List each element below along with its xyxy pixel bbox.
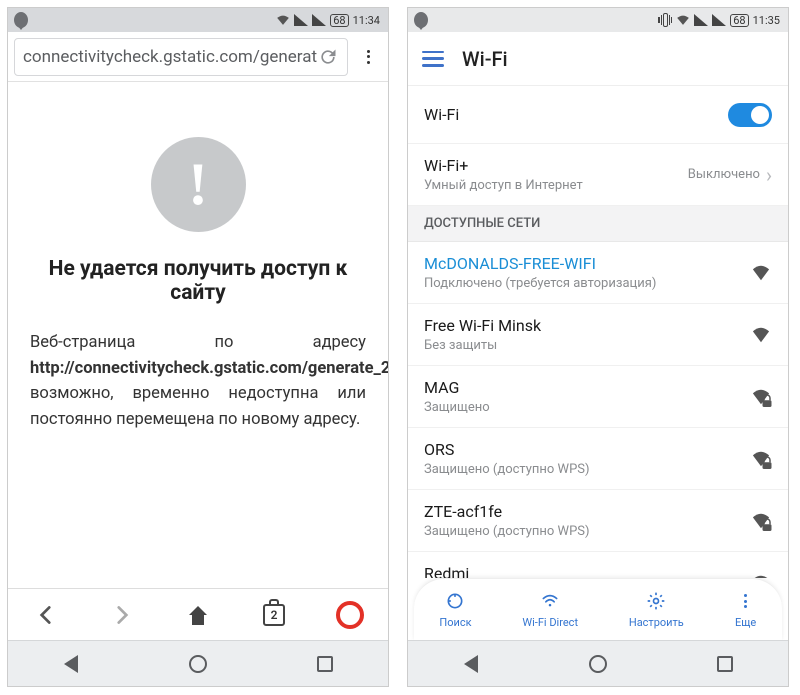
wifi-signal-icon: [750, 574, 772, 579]
error-page: ! Не удается получить доступ к сайту Веб…: [8, 82, 388, 588]
wifi-status-icon: [676, 13, 690, 27]
wifi-signal-icon: [750, 264, 772, 282]
forward-button[interactable]: [102, 595, 142, 635]
action-more[interactable]: Еще: [735, 590, 757, 629]
wifi-ssid: Free Wi-Fi Minsk: [424, 316, 541, 335]
wifi-network-row[interactable]: Free Wi-Fi Minsk Без защиты: [408, 304, 788, 366]
browser-phone: 68 11:34 connectivitycheck.gstatic.com/g…: [7, 7, 389, 687]
wifi-direct-icon: [539, 590, 561, 612]
signal-icon: [294, 13, 308, 27]
warning-icon: !: [151, 137, 246, 232]
wifi-status-text: Защищено (доступно WPS): [424, 524, 590, 539]
wifi-ssid: ORS: [424, 440, 590, 459]
nav-back-button[interactable]: [51, 651, 91, 677]
wifi-ssid: McDONALDS-FREE-WIFI: [424, 254, 656, 273]
wifi-status-icon: [276, 13, 290, 27]
wifi-signal-icon: [750, 388, 772, 406]
messenger-icon: [414, 13, 428, 27]
nav-home-button[interactable]: [578, 651, 618, 677]
tabs-button[interactable]: 2: [254, 595, 294, 635]
address-bar: connectivitycheck.gstatic.com/generat: [8, 32, 388, 82]
nav-back-button[interactable]: [451, 651, 491, 677]
app-bar: Wi-Fi: [408, 32, 788, 86]
nav-recent-button[interactable]: [705, 651, 745, 677]
hamburger-icon[interactable]: [422, 51, 444, 67]
wifi-network-row[interactable]: MAG Защищено: [408, 366, 788, 428]
wifi-switch[interactable]: [728, 103, 772, 127]
android-nav-bar: [408, 640, 788, 686]
wifi-status-text: Без защиты: [424, 338, 541, 353]
wifi-network-row[interactable]: RedmiЗащищено: [408, 552, 788, 578]
url-field[interactable]: connectivitycheck.gstatic.com/generat: [14, 38, 348, 76]
status-bar: 68 11:35: [408, 8, 788, 32]
section-header-networks: ДОСТУПНЫЕ СЕТИ: [408, 206, 788, 242]
browser-menu-icon[interactable]: [354, 50, 382, 64]
wifi-network-row[interactable]: ORS Защищено (доступно WPS): [408, 428, 788, 490]
chevron-right-icon: ›: [766, 163, 772, 187]
wifi-plus-value: Выключено: [688, 167, 760, 182]
action-wifi-direct[interactable]: Wi-Fi Direct: [522, 590, 578, 629]
opera-menu-button[interactable]: [330, 595, 370, 635]
status-bar: 68 11:34: [8, 8, 388, 32]
error-title: Не удается получить доступ к сайту: [30, 257, 366, 305]
wifi-settings-phone: 68 11:35 Wi-Fi Wi-Fi Wi-Fi+ Умный доступ…: [407, 7, 789, 687]
browser-toolbar: 2: [8, 588, 388, 640]
action-scan[interactable]: Поиск: [439, 590, 471, 629]
nav-recent-button[interactable]: [305, 651, 345, 677]
clock: 11:35: [753, 14, 780, 27]
wifi-network-row[interactable]: McDONALDS-FREE-WIFI Подключено (требуется…: [408, 242, 788, 304]
nav-home-button[interactable]: [178, 651, 218, 677]
battery-indicator: 68: [730, 14, 748, 27]
wifi-network-row[interactable]: ZTE-acf1fe Защищено (доступно WPS): [408, 490, 788, 552]
scan-icon: [444, 590, 466, 612]
messenger-icon: [14, 13, 28, 27]
wifi-plus-sub: Умный доступ в Интернет: [424, 178, 583, 193]
back-button[interactable]: [26, 595, 66, 635]
more-icon: [735, 590, 757, 612]
wifi-signal-icon: [750, 326, 772, 344]
wifi-ssid: MAG: [424, 378, 490, 397]
page-title: Wi-Fi: [462, 47, 508, 71]
vibrate-icon: [658, 13, 672, 27]
error-description: Веб-страница по адресу http://connectivi…: [30, 330, 366, 432]
wifi-toggle-label: Wi-Fi: [424, 105, 459, 124]
wifi-settings-list: Wi-Fi Wi-Fi+ Умный доступ в Интернет Вык…: [408, 86, 788, 578]
wifi-ssid: Redmi: [424, 564, 490, 578]
wifi-status-text: Защищено: [424, 400, 490, 415]
clock: 11:34: [353, 14, 380, 27]
reload-icon[interactable]: [317, 46, 339, 68]
signal-icon-2: [312, 13, 326, 27]
android-nav-bar: [8, 640, 388, 686]
battery-indicator: 68: [330, 14, 348, 27]
wifi-toggle-row[interactable]: Wi-Fi: [408, 86, 788, 144]
wifi-status-text: Подключено (требуется авторизация): [424, 276, 656, 291]
signal-icon: [694, 13, 708, 27]
gear-icon: [645, 590, 667, 612]
wifi-ssid: ZTE-acf1fe: [424, 502, 590, 521]
wifi-signal-icon: [750, 450, 772, 468]
wifi-plus-label: Wi-Fi+: [424, 156, 583, 175]
wifi-signal-icon: [750, 512, 772, 530]
wifi-actions-bar: Поиск Wi-Fi Direct Настроить Еще: [414, 578, 782, 640]
url-text: connectivitycheck.gstatic.com/generat: [23, 47, 317, 67]
signal-icon-2: [712, 13, 726, 27]
action-configure[interactable]: Настроить: [629, 590, 684, 629]
wifi-plus-row[interactable]: Wi-Fi+ Умный доступ в Интернет Выключено…: [408, 144, 788, 206]
wifi-status-text: Защищено (доступно WPS): [424, 462, 590, 477]
home-button[interactable]: [178, 595, 218, 635]
